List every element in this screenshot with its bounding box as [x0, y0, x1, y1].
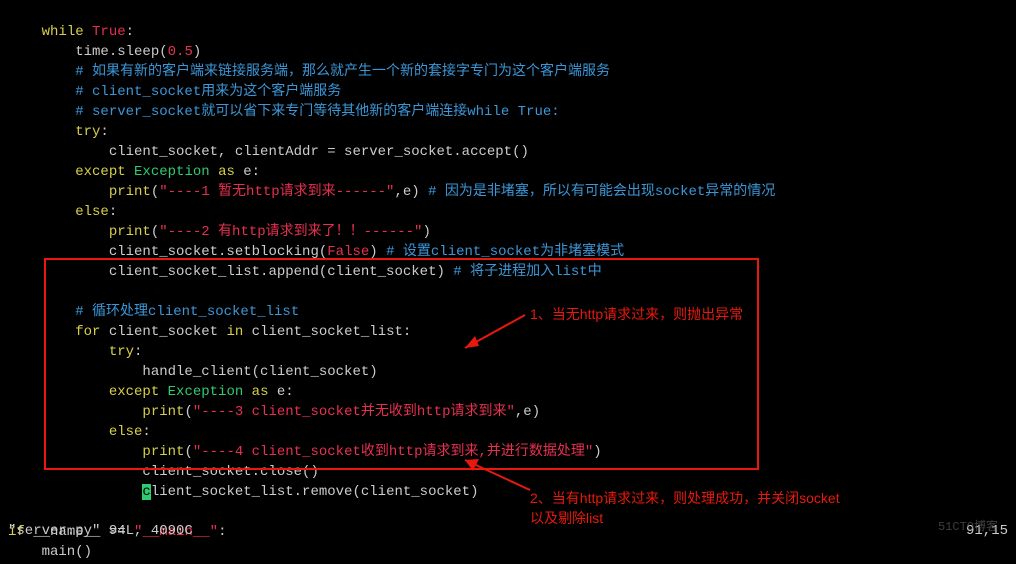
code-line	[8, 504, 16, 520]
code-line: for client_socket in client_socket_list:	[8, 324, 411, 340]
code-line: # 如果有新的客户端来链接服务端，那么就产生一个新的套接字专门为这个客户端服务	[8, 64, 610, 80]
code-line: print("----4 client_socket收到http请求到来,并进行…	[8, 444, 602, 460]
watermark: 51CTO博客	[938, 517, 998, 537]
code-line: print("----2 有http请求到来了！！------")	[8, 224, 431, 240]
code-line: client_socket.setblocking(False) # 设置cli…	[8, 244, 624, 260]
code-line: except Exception as e:	[8, 384, 294, 400]
code-line: try:	[8, 124, 109, 140]
cursor: c	[142, 484, 150, 500]
code-line: main()	[8, 544, 92, 560]
code-line: # 循环处理client_socket_list	[8, 304, 299, 320]
code-line: client_socket, clientAddr = server_socke…	[8, 144, 529, 160]
code-line: else:	[8, 204, 117, 220]
code-block: while True: time.sleep(0.5) # 如果有新的客户端来链…	[0, 0, 1016, 564]
vim-status-filename: "server.py" 94L, 4090C	[8, 521, 193, 541]
code-line: while True:	[8, 24, 134, 40]
code-line	[8, 284, 16, 300]
code-line: client_socket_list.remove(client_socket)	[8, 484, 478, 500]
code-line: time.sleep(0.5)	[8, 44, 201, 60]
code-line: print("----1 暂无http请求到来------",e) # 因为是非…	[8, 184, 775, 200]
code-line: except Exception as e:	[8, 164, 260, 180]
code-line: client_socket_list.append(client_socket)…	[8, 264, 602, 280]
code-line: client_socket.close()	[8, 464, 319, 480]
annotation-text-2: 2、当有http请求过来，则处理成功，并关闭socket 以及剔除list	[530, 488, 840, 528]
code-line: handle_client(client_socket)	[8, 364, 378, 380]
code-line: # client_socket用来为这个客户端服务	[8, 84, 341, 100]
annotation-text-1: 1、当无http请求过来，则抛出异常	[530, 304, 743, 324]
code-line: # server_socket就可以省下来专门等待其他新的客户端连接while …	[8, 104, 560, 120]
code-line: print("----3 client_socket并无收到http请求到来",…	[8, 404, 540, 420]
code-line: else:	[8, 424, 151, 440]
code-line: try:	[8, 344, 142, 360]
